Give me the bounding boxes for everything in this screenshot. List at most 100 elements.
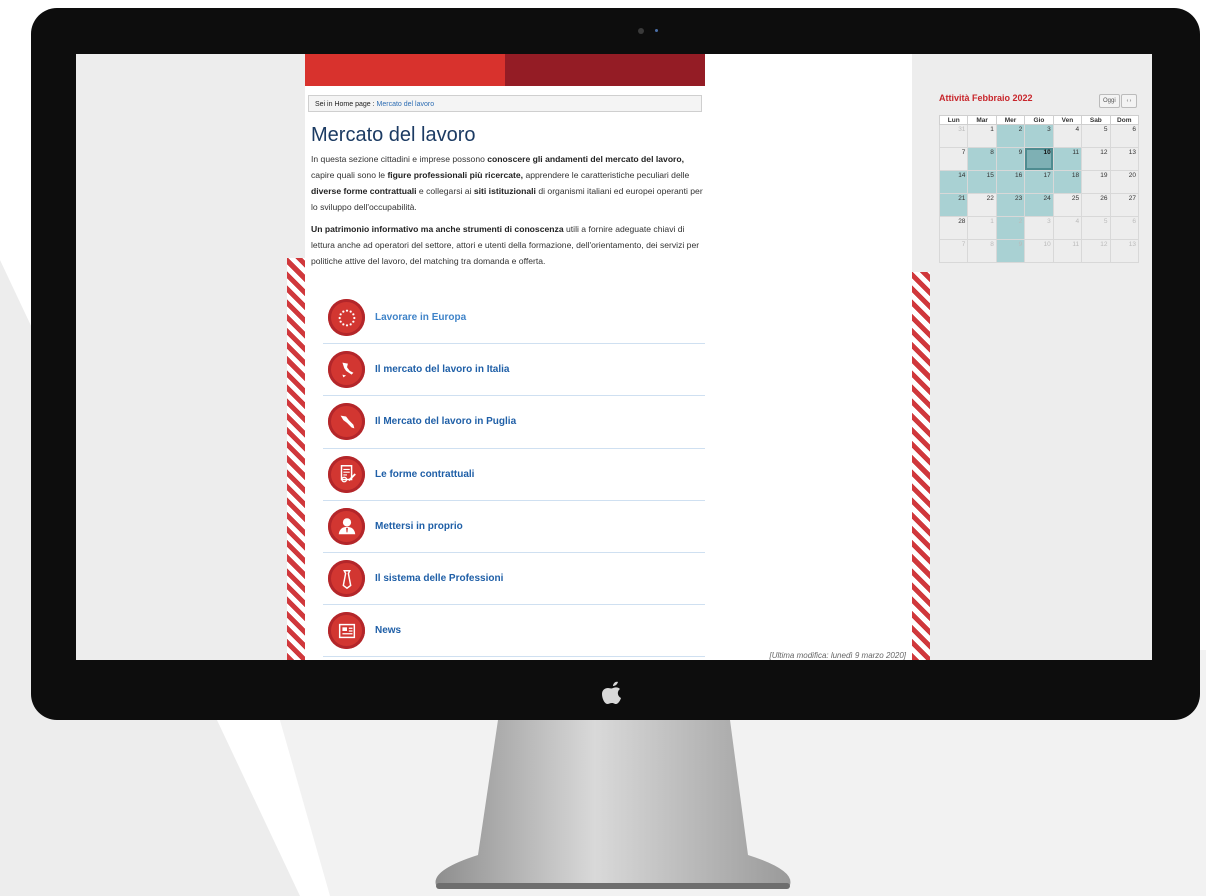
header-banner [305, 54, 705, 86]
page-content: Sei in Home page : Mercato del lavoro Me… [305, 54, 1140, 660]
menu-item-label[interactable]: Il Mercato del lavoro in Puglia [375, 416, 516, 427]
calendar-day[interactable]: 31 [938, 124, 969, 148]
menu-item-label[interactable]: News [375, 625, 401, 636]
newspaper-icon[interactable] [328, 612, 365, 650]
calendar-day[interactable]: 10 [1024, 239, 1054, 263]
calendar-day[interactable]: 11 [1052, 147, 1083, 171]
contract-document-icon[interactable] [328, 455, 365, 493]
apple-logo-icon [602, 681, 621, 704]
menu-item[interactable]: Il mercato del lavoro in Italia [323, 344, 705, 397]
page-title: Mercato del lavoro [311, 124, 476, 146]
para1-run: siti istituzionali [473, 186, 536, 196]
calendar-day[interactable]: 12 [1081, 147, 1111, 171]
calendar-day[interactable]: 3 [1024, 216, 1054, 240]
screen: Sei in Home page : Mercato del lavoro Me… [76, 54, 1152, 660]
breadcrumb-separator: : [372, 101, 375, 108]
intro-paragraph: In questa sezione cittadini e imprese po… [311, 151, 709, 215]
calendar-day[interactable]: 1 [967, 216, 997, 240]
calendar-day[interactable]: 24 [1024, 193, 1054, 217]
camera-icon [638, 28, 644, 34]
calendar-day[interactable]: 9 [995, 147, 1026, 171]
calendar-day[interactable]: 14 [938, 170, 969, 194]
calendar-day[interactable]: 9 [995, 239, 1026, 263]
calendar-header: Attività Febbraio 2022 Oggi ‹ › [939, 91, 1139, 113]
menu-item-label[interactable]: Il mercato del lavoro in Italia [375, 364, 510, 375]
description-paragraph: Un patrimonio informativo ma anche strum… [311, 221, 709, 269]
menu-item-label[interactable]: Il sistema delle Professioni [375, 573, 503, 584]
calendar-day[interactable]: 27 [1109, 193, 1140, 217]
decorative-stripes-left [287, 258, 305, 660]
menu-item-label[interactable]: Lavorare in Europa [375, 312, 466, 323]
calendar-day[interactable]: 8 [967, 239, 997, 263]
calendar-day[interactable]: 5 [1081, 216, 1111, 240]
weekday-header: Gio [1024, 115, 1054, 125]
calendar-day[interactable]: 18 [1052, 170, 1083, 194]
para1-run: In questa sezione cittadini e imprese po… [311, 154, 488, 164]
calendar-day[interactable]: 13 [1109, 239, 1140, 263]
today-button[interactable]: Oggi [1099, 94, 1120, 108]
calendar-day[interactable]: 6 [1109, 216, 1140, 240]
menu-item[interactable]: Lavorare in Europa [323, 292, 705, 345]
header-banner-red [305, 54, 505, 86]
menu-item[interactable]: Il sistema delle Professioni [323, 553, 705, 606]
calendar-day[interactable]: 28 [938, 216, 969, 240]
calendar-day[interactable]: 23 [995, 193, 1026, 217]
calendar-day[interactable]: 7 [938, 147, 969, 171]
businessman-icon[interactable] [328, 507, 365, 545]
calendar-day[interactable]: 21 [938, 193, 969, 217]
calendar-day[interactable]: 4 [1052, 124, 1083, 148]
camera-led [655, 29, 658, 32]
menu-item[interactable]: Le forme contrattuali [323, 449, 705, 501]
calendar-day[interactable]: 16 [995, 170, 1026, 194]
section-menu: Lavorare in Europa Il mercato del lavoro … [323, 292, 705, 658]
eu-stars-icon[interactable] [328, 299, 365, 337]
calendar-nav-button[interactable]: ‹ › [1121, 94, 1137, 108]
para1-run: e collegarsi ai [416, 186, 474, 196]
calendar-day[interactable]: 19 [1081, 170, 1111, 194]
puglia-map-icon[interactable] [328, 403, 365, 441]
menu-item[interactable]: Il Mercato del lavoro in Puglia [323, 396, 705, 449]
weekday-header: Mar [967, 115, 997, 125]
para1-run: conoscere gli andamenti del mercato del … [487, 154, 685, 164]
calendar-day[interactable]: 17 [1024, 170, 1054, 194]
decorative-stripes-right [912, 272, 930, 660]
para1-run: figure professionali più ricercate, [387, 170, 524, 180]
menu-item-label[interactable]: Le forme contrattuali [375, 469, 474, 480]
calendar-day[interactable]: 10 [1024, 147, 1054, 171]
breadcrumb: Sei in Home page : Mercato del lavoro [308, 95, 702, 112]
para1-run: diverse forme contrattuali [311, 186, 417, 196]
calendar-day[interactable]: 5 [1081, 124, 1111, 148]
para1-run: capire quali sono le [311, 170, 388, 180]
calendar-day[interactable]: 20 [1109, 170, 1140, 194]
menu-item-label[interactable]: Mettersi in proprio [375, 521, 463, 532]
monitor-stand [435, 720, 791, 889]
calendar-day[interactable]: 25 [1052, 193, 1083, 217]
calendar-day[interactable]: 7 [938, 239, 969, 263]
calendar-day[interactable]: 12 [1081, 239, 1111, 263]
italy-map-icon[interactable] [328, 351, 365, 389]
calendar-day[interactable]: 8 [967, 147, 997, 171]
weekday-header: Dom [1109, 115, 1140, 125]
calendar-day[interactable]: 1 [967, 124, 997, 148]
menu-item[interactable]: Mettersi in proprio [323, 501, 705, 553]
calendar-day[interactable]: 11 [1052, 239, 1083, 263]
calendar-day[interactable]: 6 [1109, 124, 1140, 148]
calendar-day[interactable]: 2 [995, 124, 1026, 148]
breadcrumb-home[interactable]: Home page [334, 101, 370, 108]
breadcrumb-current[interactable]: Mercato del lavoro [377, 101, 435, 108]
weekday-header: Ven [1052, 115, 1083, 125]
calendar-day[interactable]: 4 [1052, 216, 1083, 240]
calendar-widget: Attività Febbraio 2022 Oggi ‹ › Lun Mar Me… [938, 91, 1140, 263]
calendar-day[interactable]: 13 [1109, 147, 1140, 171]
breadcrumb-prefix: Sei in [315, 101, 333, 108]
calendar-day[interactable]: 3 [1024, 124, 1054, 148]
tie-icon[interactable] [328, 560, 365, 598]
weekday-header: Sab [1081, 115, 1111, 125]
para1-run: apprendere le caratteristiche peculiari … [523, 170, 690, 180]
calendar-day[interactable]: 15 [967, 170, 997, 194]
calendar-day[interactable]: 26 [1081, 193, 1111, 217]
calendar-day[interactable]: 2 [995, 216, 1026, 240]
calendar-day[interactable]: 22 [967, 193, 997, 217]
header-banner-dark-red [505, 54, 705, 86]
menu-item[interactable]: News [323, 605, 705, 658]
